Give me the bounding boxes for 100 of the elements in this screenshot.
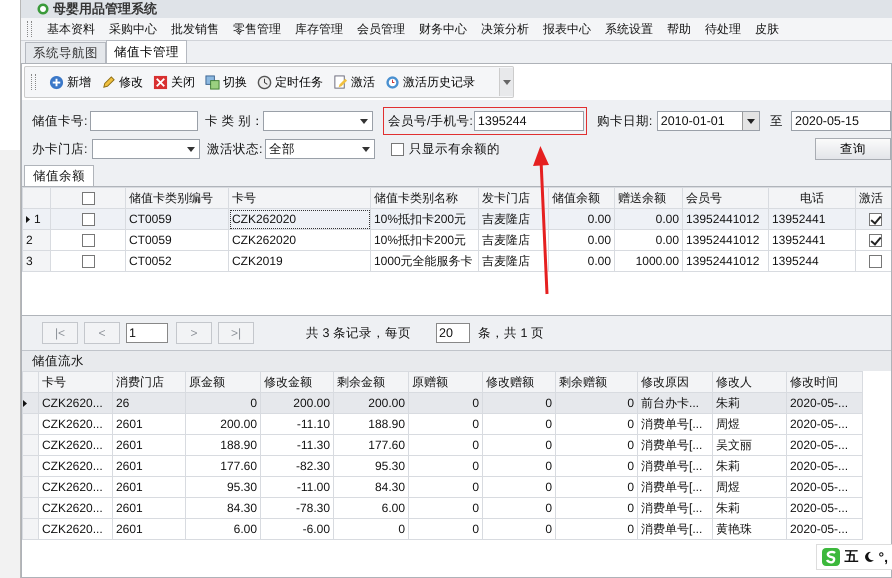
- table-cell: 黄艳珠: [712, 518, 786, 540]
- column-header[interactable]: 激活: [856, 188, 891, 208]
- page-size-field[interactable]: 20: [436, 323, 470, 343]
- column-header[interactable]: 电话: [768, 188, 856, 208]
- menu-item[interactable]: 会员管理: [350, 19, 412, 39]
- toolbar-button[interactable]: 定时任务: [252, 70, 328, 94]
- table-cell: 0: [482, 434, 556, 456]
- table-cell: 95.30: [334, 456, 408, 476]
- table-cell: 0: [408, 518, 482, 540]
- activated-checkbox[interactable]: [869, 213, 882, 226]
- table-cell: -11.30: [260, 434, 334, 456]
- table-cell: 200.00: [334, 392, 408, 414]
- menu-item[interactable]: 财务中心: [412, 19, 474, 39]
- ime-mode[interactable]: 五: [844, 548, 858, 566]
- column-header[interactable]: 储值卡类别编号: [126, 188, 228, 208]
- ime-punctuation[interactable]: °,: [878, 549, 888, 565]
- row-pointer-icon: [26, 216, 30, 223]
- tab[interactable]: 储值卡管理: [106, 40, 187, 63]
- table-cell: 消费单号[...: [638, 518, 712, 540]
- store-select[interactable]: [92, 139, 200, 159]
- column-header[interactable]: 修改金额: [260, 372, 334, 392]
- plus-icon: [49, 74, 64, 90]
- column-header[interactable]: 修改赠额: [482, 372, 556, 392]
- table-cell: CT0052: [126, 250, 228, 272]
- menu-item[interactable]: 皮肤: [748, 19, 786, 39]
- query-button[interactable]: 查询: [815, 138, 891, 160]
- table-cell: 2020-05-...: [786, 456, 862, 476]
- toolbar-button[interactable]: 新增: [44, 70, 96, 94]
- table-cell: 消费单号[...: [638, 476, 712, 498]
- column-header[interactable]: 会员号: [682, 188, 768, 208]
- menu-item[interactable]: 帮助: [660, 19, 698, 39]
- record-count: 共 3 条记录，每页: [306, 324, 412, 342]
- document-pencil-icon: [333, 74, 348, 90]
- table-cell: 0.00: [614, 208, 682, 230]
- column-header[interactable]: 剩余金额: [334, 372, 408, 392]
- member-phone-field[interactable]: 1395244: [474, 111, 584, 131]
- date-field[interactable]: 2020-05-15: [791, 111, 891, 131]
- menu-item[interactable]: 系统设置: [598, 19, 660, 39]
- menu-item[interactable]: 基本资料: [40, 19, 102, 39]
- table-cell: 6.00: [186, 518, 260, 540]
- table-cell: 2020-05-...: [786, 476, 862, 498]
- column-header[interactable]: 修改时间: [786, 372, 862, 392]
- column-header[interactable]: 原金额: [186, 372, 260, 392]
- column-header[interactable]: 卡号: [228, 188, 370, 208]
- table-cell: 朱莉: [712, 498, 786, 518]
- column-header[interactable]: 储值余额: [548, 188, 614, 208]
- column-header[interactable]: 发卡门店: [478, 188, 548, 208]
- column-header[interactable]: 卡号: [38, 372, 112, 392]
- table-cell: 13952441012: [682, 208, 768, 230]
- dropdown-button[interactable]: [742, 112, 759, 130]
- page-count: 条，共 1 页: [478, 324, 544, 342]
- table-cell: 13952441012: [682, 230, 768, 250]
- row-checkbox[interactable]: [82, 213, 94, 226]
- table-cell: 0.00: [548, 208, 614, 230]
- table-cell: 0: [408, 476, 482, 498]
- table-cell: 吉麦隆店: [478, 250, 548, 272]
- column-header[interactable]: 储值卡类别名称: [370, 188, 478, 208]
- menu-item[interactable]: 报表中心: [536, 19, 598, 39]
- card-number-field[interactable]: [90, 111, 198, 131]
- card-type-select[interactable]: [262, 111, 373, 131]
- column-header[interactable]: 剩余赠额: [556, 372, 638, 392]
- menu-item[interactable]: 待处理: [698, 19, 748, 39]
- table-cell: 0: [556, 456, 638, 476]
- menu-item[interactable]: 批发销售: [164, 19, 226, 39]
- activated-checkbox[interactable]: [869, 234, 882, 248]
- toolbar-button[interactable]: 关闭: [148, 70, 200, 94]
- table-cell: 朱莉: [712, 392, 786, 414]
- moon-icon[interactable]: [862, 551, 874, 563]
- toolbar-button[interactable]: 激活: [328, 70, 380, 94]
- toolbar-button[interactable]: 修改: [96, 70, 148, 94]
- select-all-checkbox[interactable]: [82, 192, 94, 206]
- table-cell: 消费单号[...: [638, 414, 712, 434]
- column-header[interactable]: 修改原因: [638, 372, 712, 392]
- field-label: 购卡日期:: [596, 112, 654, 130]
- column-header[interactable]: 消费门店: [112, 372, 186, 392]
- menu-item[interactable]: 决策分析: [474, 19, 536, 39]
- toolbar-button[interactable]: 切换: [200, 70, 252, 94]
- row-checkbox[interactable]: [82, 234, 94, 248]
- column-header[interactable]: 原赠额: [408, 372, 482, 392]
- toolbar-button[interactable]: 激活历史记录: [380, 70, 480, 94]
- menu-item[interactable]: 采购中心: [102, 19, 164, 39]
- row-pointer-icon: [24, 400, 27, 407]
- checkbox[interactable]: [391, 142, 404, 156]
- activated-checkbox[interactable]: [869, 255, 882, 268]
- tab[interactable]: 储值余额: [24, 165, 94, 186]
- page-field[interactable]: 1: [126, 323, 168, 343]
- table-cell: CZK2620...: [38, 518, 112, 540]
- date-field[interactable]: 2010-01-01: [656, 111, 760, 131]
- column-header[interactable]: 赠送余额: [614, 188, 682, 208]
- table-cell: CZK2620...: [38, 392, 112, 414]
- menu-item[interactable]: 零售管理: [226, 19, 288, 39]
- toolbar-dropdown[interactable]: [499, 68, 513, 96]
- column-header[interactable]: 修改人: [712, 372, 786, 392]
- field-label: 储值卡号:: [32, 112, 88, 130]
- menu-item[interactable]: 库存管理: [288, 19, 350, 39]
- tab[interactable]: 系统导航图: [25, 42, 106, 63]
- status-select[interactable]: 全部: [265, 139, 375, 159]
- row-checkbox[interactable]: [82, 255, 94, 268]
- table-cell: 2020-05-...: [786, 434, 862, 456]
- table-cell: CZK2019: [228, 250, 370, 272]
